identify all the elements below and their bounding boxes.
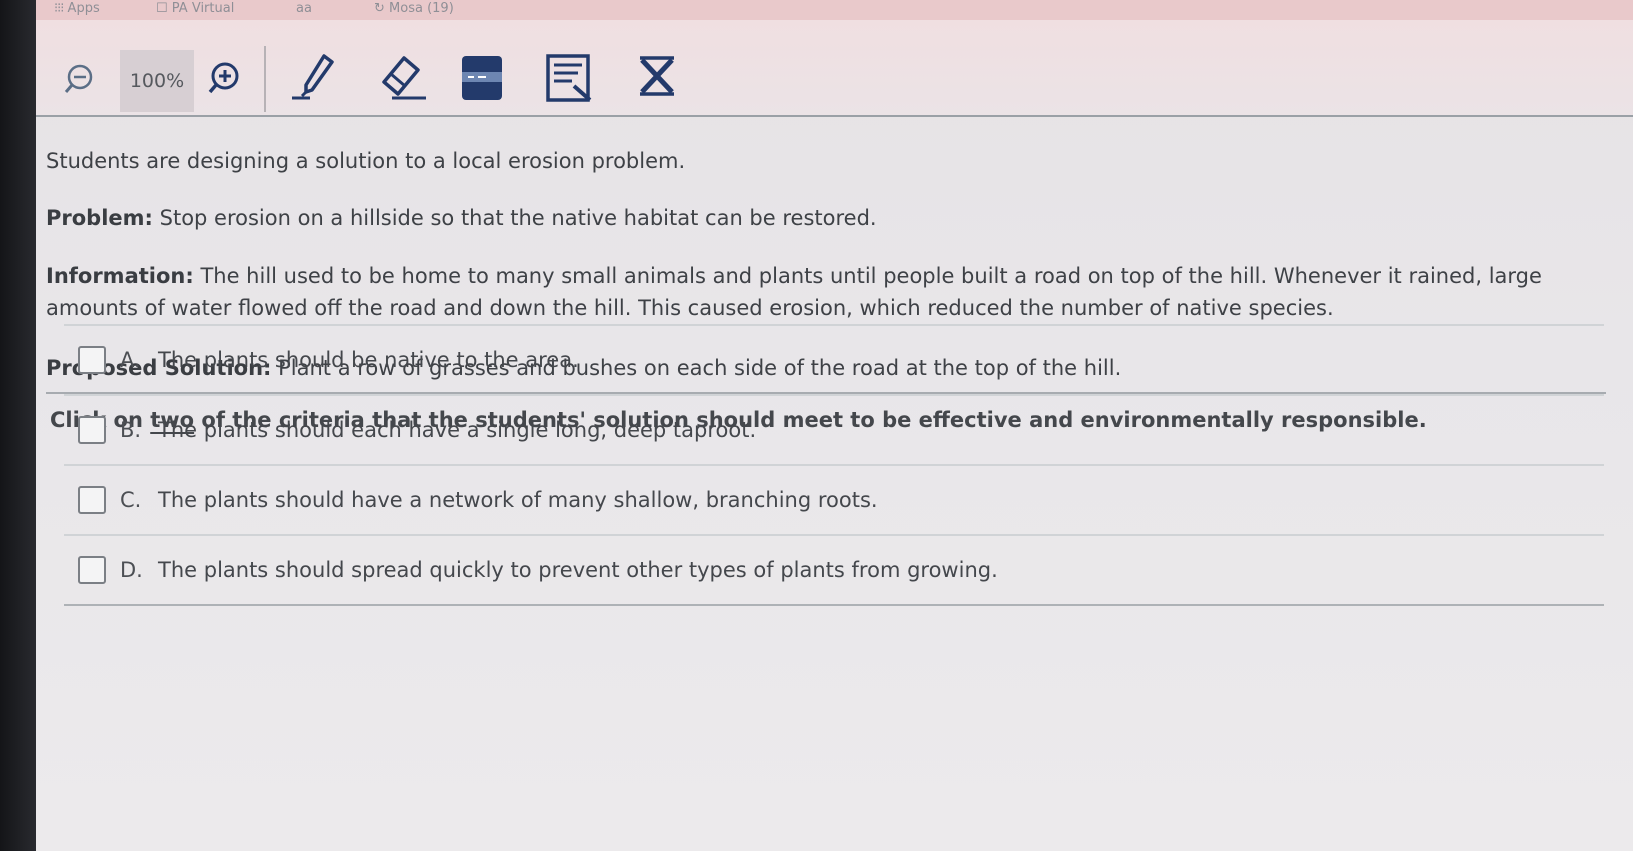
eraser-icon [382,56,426,100]
eraser-tool-button[interactable] [374,50,430,106]
bookmark-item-4[interactable]: ↻ Mosa (19) [374,1,454,16]
toolbar-divider [264,46,266,112]
bookmark-apps[interactable]: ⁝⁝⁝ Apps [54,1,100,16]
pen-icon [292,54,334,100]
passage-problem: Problem: Stop erosion on a hillside so t… [46,202,877,234]
bookmark-refresh-icon: ↻ [374,1,385,16]
choice-b[interactable]: B. The plants should each have a single … [64,394,1604,464]
zoom-in-icon [208,62,239,94]
screen: ⁝⁝⁝ Apps ☐ PA Virtual aa ↻ Mosa (19) 100… [36,0,1633,851]
choice-letter: C. [120,488,142,512]
checkbox[interactable] [78,346,106,374]
checkbox[interactable] [78,556,106,584]
bookmarks-bar: ⁝⁝⁝ Apps ☐ PA Virtual aa ↻ Mosa (19) [36,0,1633,20]
checkbox[interactable] [78,486,106,514]
problem-text: Stop erosion on a hillside so that the n… [159,206,877,230]
apps-grid-icon: ⁝⁝⁝ [54,1,64,16]
bookmark-item-3[interactable]: aa [296,1,312,16]
choice-a[interactable]: A. The plants should be native to the ar… [64,324,1604,394]
line-reader-icon [462,56,502,100]
passage-information: Information: The hill used to be home to… [46,260,1576,324]
answer-eliminator-tool-button[interactable] [630,50,686,106]
line-reader-tool-button[interactable] [454,50,510,106]
choice-text: The plants should each have a single lon… [158,418,757,442]
information-label: Information: [46,264,194,288]
choice-text: The plants should have a network of many… [158,488,878,512]
checkbox[interactable] [78,416,106,444]
answer-choices: A. The plants should be native to the ar… [64,324,1604,606]
choice-letter: B. [120,418,142,442]
passage-intro: Students are designing a solution to a l… [46,149,686,173]
choice-c[interactable]: C. The plants should have a network of m… [64,464,1604,534]
bookmark-pa-virtual[interactable]: ☐ PA Virtual [156,1,234,16]
zoom-out-button[interactable] [62,62,96,96]
problem-label: Problem: [46,206,153,230]
choice-letter: D. [120,558,143,582]
notepad-tool-button[interactable] [542,50,598,106]
pen-tool-button[interactable] [288,50,344,106]
answer-eliminator-icon [640,56,674,96]
choice-text: The plants should spread quickly to prev… [158,558,998,582]
monitor-bezel [0,0,38,851]
choice-d[interactable]: D. The plants should spread quickly to p… [64,534,1604,606]
bookmark-icon: ☐ [156,1,168,16]
choice-text: The plants should be native to the area. [158,348,579,372]
tools-toolbar: 100% [36,20,1633,117]
zoom-out-icon [64,64,93,93]
information-text: The hill used to be home to many small a… [46,264,1542,320]
choice-letter: A. [120,348,141,372]
zoom-level: 100% [120,50,194,112]
zoom-in-button[interactable] [206,60,242,96]
notepad-icon [546,54,592,102]
